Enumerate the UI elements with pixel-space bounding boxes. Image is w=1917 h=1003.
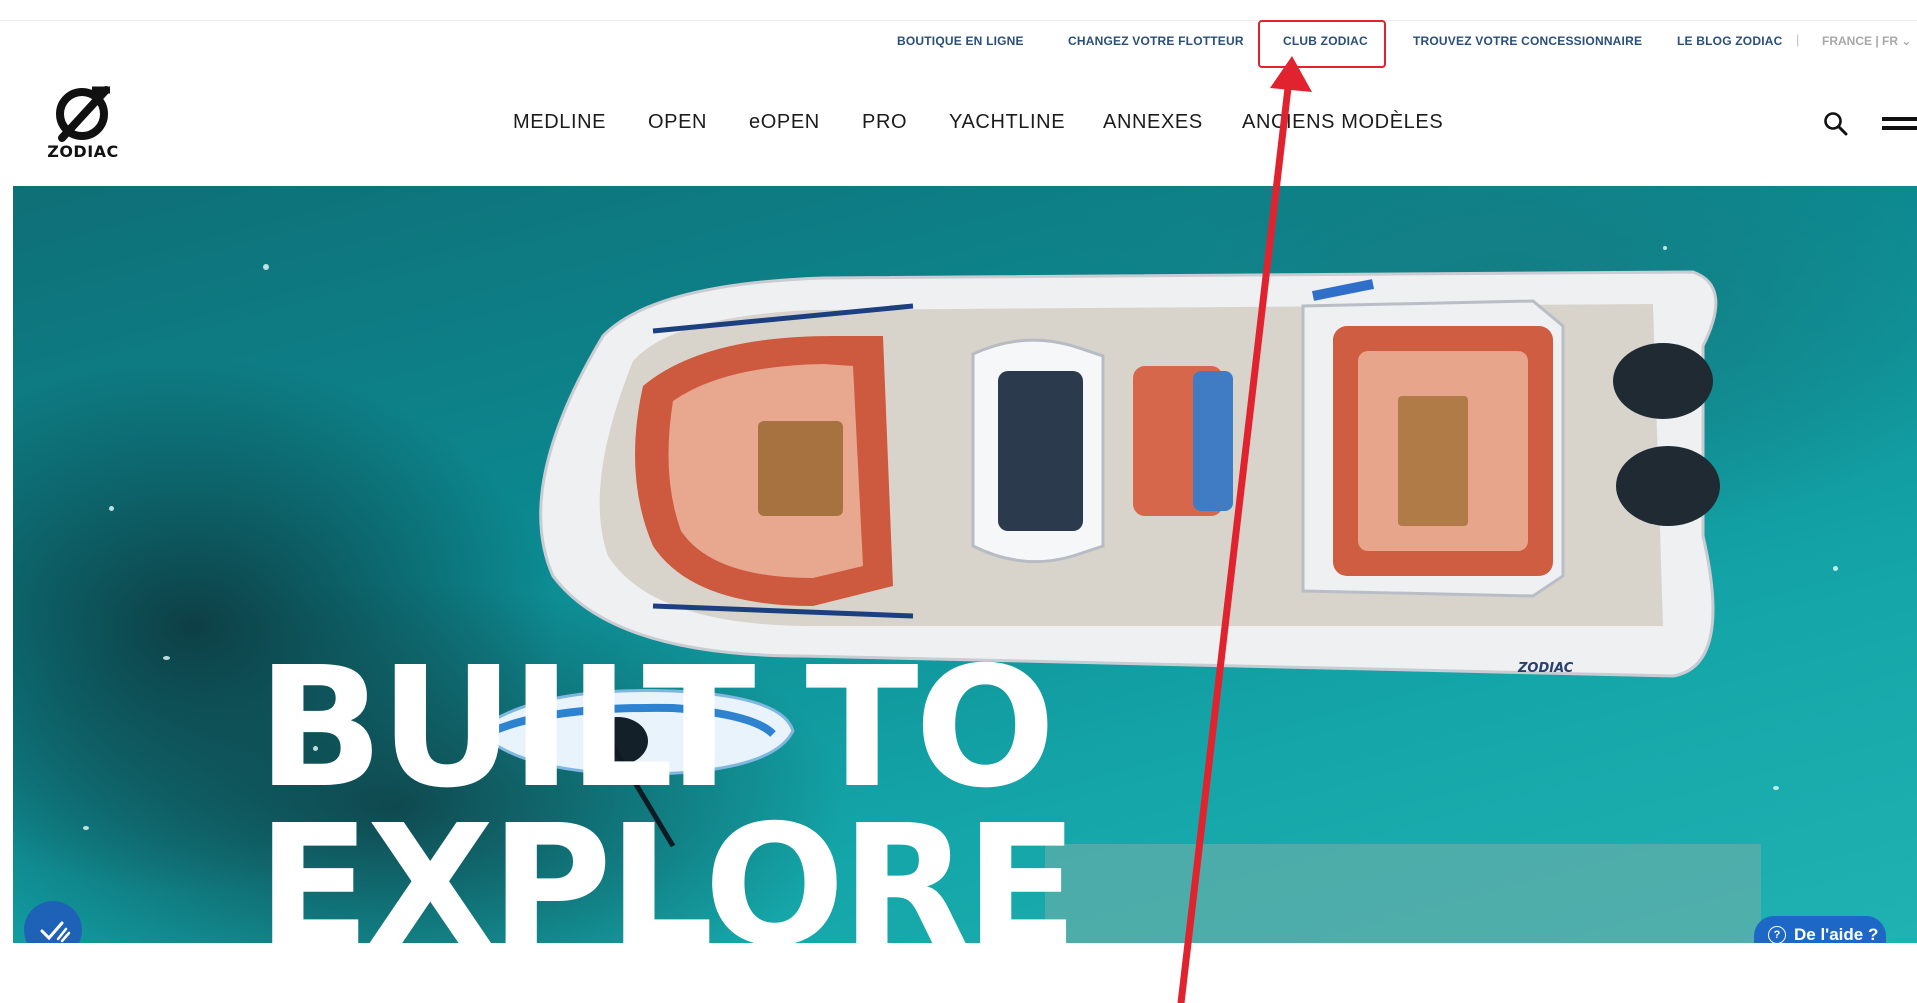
zodiac-logo[interactable]: ZODIAC [40,84,126,164]
link-boutique-en-ligne[interactable]: BOUTIQUE EN LIGNE [897,34,1024,48]
stern-table [1398,396,1468,526]
nav-annexes[interactable]: ANNEXES [1103,111,1203,134]
nav-pro[interactable]: PRO [862,111,907,134]
help-button-label: De l'aide ? [1794,925,1879,943]
link-trouvez-votre-concessionnaire[interactable]: TROUVEZ VOTRE CONCESSIONNAIRE [1413,34,1642,48]
main-header: ZODIAC MEDLINE OPEN eOPEN PRO YACHTLINE … [0,70,1917,185]
boat-brand-mark: ZODIAC [1518,661,1574,676]
hamburger-menu-icon[interactable] [1882,116,1917,137]
link-le-blog-zodiac[interactable]: LE BLOG ZODIAC [1677,34,1782,48]
accessibility-icon [40,921,71,943]
logo-wordmark: ZODIAC [47,142,119,161]
console [998,371,1083,531]
link-changez-votre-flotteur[interactable]: CHANGEZ VOTRE FLOTTEUR [1068,34,1244,48]
utility-separator: | [1796,32,1800,47]
hero-title-line-2: EXPLORE [257,790,1078,944]
help-button[interactable]: ? De l'aide ? [1754,916,1886,943]
zodiac-logo-mark [56,86,110,142]
nav-eopen[interactable]: eOPEN [749,111,820,134]
engine [1616,446,1720,526]
hero-info-panel [1045,844,1761,943]
search-icon[interactable] [1823,111,1849,142]
utility-bar: BOUTIQUE EN LIGNE CHANGEZ VOTRE FLOTTEUR… [0,20,1917,62]
engine [1613,343,1713,419]
help-icon: ? [1768,926,1786,943]
link-club-zodiac[interactable]: CLUB ZODIAC [1283,34,1368,48]
bow-table [758,421,843,516]
nav-open[interactable]: OPEN [648,111,707,134]
nav-medline[interactable]: MEDLINE [513,111,606,134]
hero-banner: ZODIAC BUILT TO EXPLORE ? De l'aide ? [13,186,1917,943]
nav-anciens-modeles[interactable]: ANCIENS MODÈLES [1242,111,1443,134]
locale-selector[interactable]: FRANCE | FR ⌄ [1822,34,1911,48]
nav-yachtline[interactable]: YACHTLINE [949,111,1065,134]
accessibility-button[interactable] [24,901,82,943]
hero-title: BUILT TO EXPLORE [257,646,1078,944]
